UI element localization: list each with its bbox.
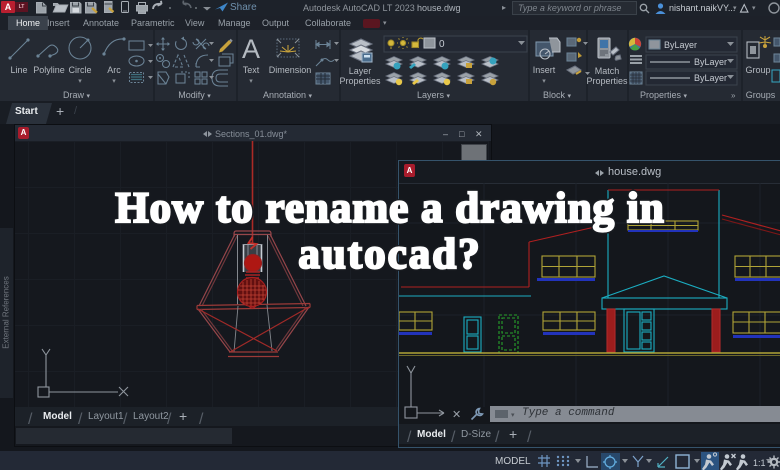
svg-text:1:1: 1:1 (753, 458, 766, 468)
svg-text:ByLayer: ByLayer (694, 73, 727, 83)
svg-text:A: A (242, 34, 260, 64)
svg-text:ByLayer: ByLayer (694, 57, 727, 67)
svg-text:0: 0 (439, 39, 445, 50)
svg-text:ByLayer: ByLayer (664, 40, 697, 50)
